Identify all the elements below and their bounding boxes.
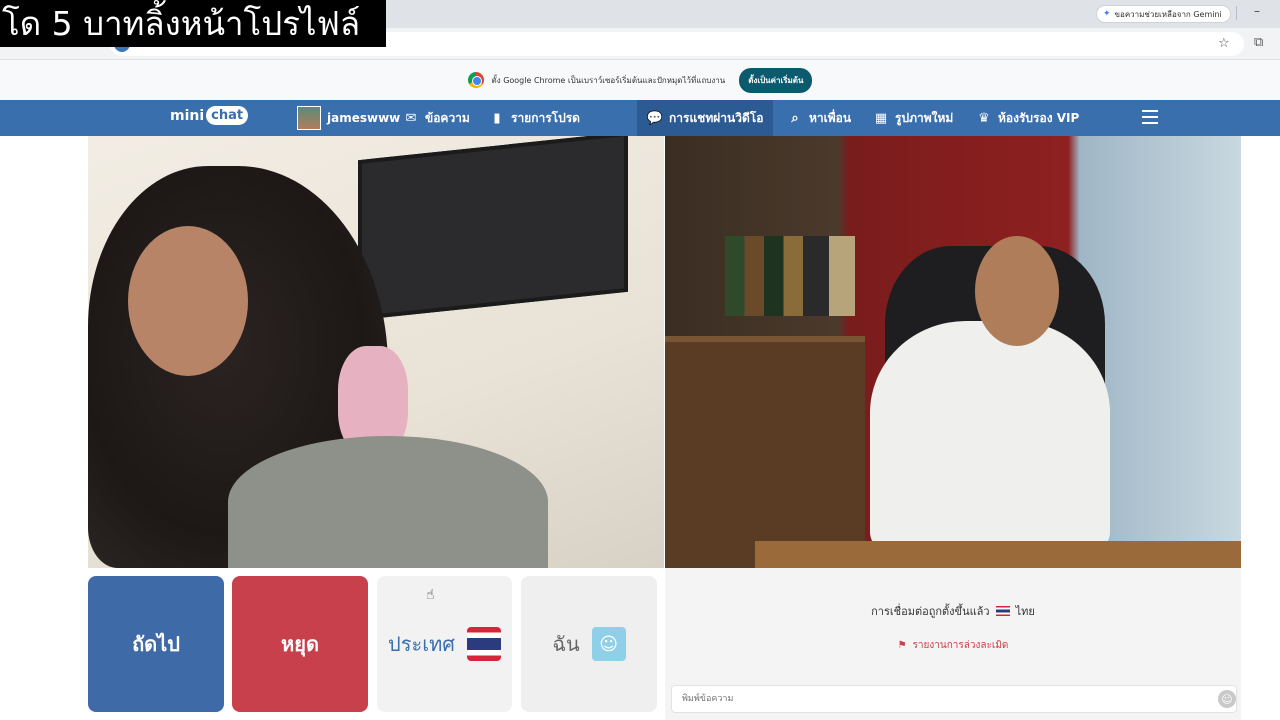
video-chat-label: การแชทผ่านวิดีโอ xyxy=(669,110,764,125)
extensions-icon[interactable]: ⧉ xyxy=(1254,35,1263,50)
site-navbar: mini chat jameswww ✉ ข้อความ ▮ รายการโปร… xyxy=(0,100,1280,136)
gemini-label: ขอความช่วยเหลือจาก Gemini xyxy=(1114,9,1222,19)
username-label: jameswww xyxy=(327,111,401,125)
bookmark-icon: ▮ xyxy=(493,110,501,126)
logo-mini-text: mini xyxy=(170,107,205,124)
report-abuse-link[interactable]: ⚑ รายงานการล่วงละเมิด xyxy=(665,638,1241,653)
avatar xyxy=(297,106,321,130)
next-button[interactable]: ถัดไป xyxy=(88,576,224,712)
minimize-icon[interactable]: – xyxy=(1254,4,1260,18)
person-icon: ☺ xyxy=(591,627,626,661)
gender-me-button[interactable]: ฉัน ☺ xyxy=(521,576,657,712)
envelope-icon: ✉ xyxy=(405,110,417,126)
connection-status: การเชื่อมต่อถูกตั้งขึ้นแล้ว ไทย xyxy=(665,602,1241,620)
bookmark-star-icon[interactable]: ☆ xyxy=(1218,36,1230,51)
message-input[interactable] xyxy=(671,685,1237,713)
thailand-flag-icon xyxy=(466,627,501,661)
menu-icon[interactable] xyxy=(1142,110,1158,124)
favorites-label: รายการโปรด xyxy=(511,110,580,125)
chat-bubble-icon: 💬 xyxy=(646,110,664,126)
window-separator xyxy=(1236,6,1237,20)
nav-find-friends[interactable]: ⌕ หาเพื่อน xyxy=(787,100,851,136)
status-text: การเชื่อมต่อถูกตั้งขึ้นแล้ว xyxy=(871,605,990,618)
next-label: ถัดไป xyxy=(132,632,180,656)
country-label: ประเทศ xyxy=(388,632,455,656)
messages-label: ข้อความ xyxy=(425,110,470,125)
nav-favorites[interactable]: ▮ รายการโปรด xyxy=(489,100,580,136)
chrome-logo-icon xyxy=(467,72,484,88)
new-photos-label: รูปภาพใหม่ xyxy=(895,110,954,125)
find-friends-label: หาเพื่อน xyxy=(809,110,852,125)
minichat-logo[interactable]: mini chat xyxy=(170,106,249,125)
thailand-flag-small-icon xyxy=(995,606,1010,616)
me-label: ฉัน xyxy=(552,632,580,656)
nav-new-photos[interactable]: ▦ รูปภาพใหม่ xyxy=(873,100,953,136)
screen: ✦ ขอความช่วยเหลือจาก Gemini – ☆ ⧉ ตั้ง G… xyxy=(0,0,1280,720)
gemini-button[interactable]: ✦ ขอความช่วยเหลือจาก Gemini xyxy=(1096,5,1231,23)
self-video xyxy=(665,136,1241,568)
gemini-icon: ✦ xyxy=(1103,9,1111,19)
nav-video-chat[interactable]: 💬 การแชทผ่านวิดีโอ xyxy=(637,100,774,136)
search-icon: ⌕ xyxy=(791,110,799,126)
chat-panel: การเชื่อมต่อถูกตั้งขึ้นแล้ว ไทย ⚑ รายงาน… xyxy=(665,568,1241,720)
country-button[interactable]: ประเทศ xyxy=(377,576,512,712)
logo-chat-text: chat xyxy=(206,106,249,125)
default-browser-infobar: ตั้ง Google Chrome เป็นเบราว์เซอร์เริ่มต… xyxy=(0,60,1280,100)
emoji-icon[interactable]: ☺ xyxy=(1218,690,1236,708)
partner-country: ไทย xyxy=(1015,605,1035,618)
stop-button[interactable]: หยุด xyxy=(232,576,368,712)
grid-icon: ▦ xyxy=(874,110,888,126)
hand-cursor-icon: ☝ xyxy=(426,587,435,603)
nav-messages[interactable]: ✉ ข้อความ xyxy=(403,100,470,136)
infobar-text: ตั้ง Google Chrome เป็นเบราว์เซอร์เริ่มต… xyxy=(491,75,726,85)
report-text: รายงานการล่วงละเมิด xyxy=(912,640,1009,651)
partner-video xyxy=(88,136,664,568)
nav-profile[interactable]: jameswww xyxy=(297,100,400,136)
set-default-button[interactable]: ตั้งเป็นค่าเริ่มต้น xyxy=(739,67,813,93)
crown-icon: ♛ xyxy=(978,110,990,126)
video-caption: โด 5 บาทลิ้งหน้าโปรไฟล์ xyxy=(0,0,386,47)
report-flag-icon: ⚑ xyxy=(897,640,907,651)
nav-vip[interactable]: ♛ ห้องรับรอง VIP xyxy=(976,100,1079,136)
stop-label: หยุด xyxy=(281,632,319,656)
tv-in-video xyxy=(358,136,628,321)
vip-label: ห้องรับรอง VIP xyxy=(998,110,1080,125)
